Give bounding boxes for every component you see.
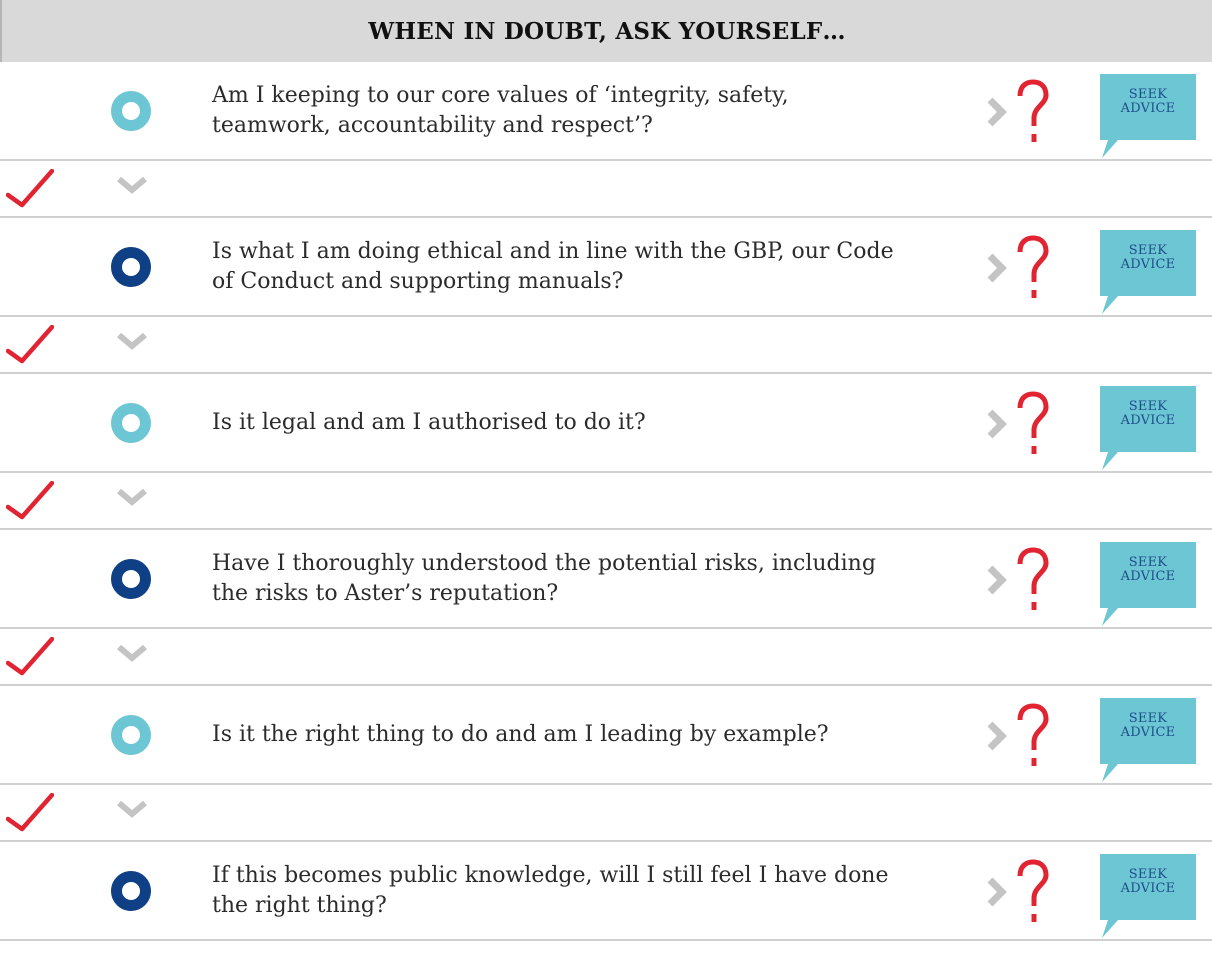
question-row: Is it the right thing to do and am I lea… [0, 686, 1212, 784]
question-line: Is what I am doing ethical and in line w… [212, 239, 894, 264]
separator-row [0, 628, 1212, 686]
question-line: Is it the right thing to do and am I lea… [212, 722, 829, 747]
seek-advice-label: SEEK ADVICE [1100, 244, 1196, 272]
seek-advice-word: SEEK [1128, 243, 1168, 258]
checkmark-icon [6, 325, 54, 364]
question-row: Am I keeping to our core values of ‘inte… [0, 62, 1212, 160]
question-line: Have I thoroughly understood the potenti… [212, 551, 876, 576]
question-mark-icon [1017, 391, 1049, 454]
chevron-right-icon [987, 253, 1007, 283]
ring-icon [111, 559, 151, 599]
chevron-down-icon [117, 332, 147, 350]
question-mark-icon [1017, 547, 1049, 610]
question-text: Have I thoroughly understood the potenti… [212, 530, 972, 628]
seek-advice-word: SEEK [1128, 555, 1168, 570]
ring-icon [111, 403, 151, 443]
separator-row [0, 316, 1212, 374]
question-row: Is what I am doing ethical and in line w… [0, 218, 1212, 316]
seek-advice-word: SEEK [1128, 87, 1168, 102]
separator-row [0, 472, 1212, 530]
seek-advice-button[interactable]: SEEK ADVICE [1100, 854, 1196, 940]
question-line: Is it legal and am I authorised to do it… [212, 410, 646, 435]
question-mark-icon [1017, 703, 1049, 766]
seek-advice-word: SEEK [1128, 867, 1168, 882]
chevron-right-icon [987, 565, 1007, 595]
question-row: Is it legal and am I authorised to do it… [0, 374, 1212, 472]
chevron-right-icon [987, 877, 1007, 907]
seek-advice-word: ADVICE [1120, 257, 1176, 272]
question-line: of Conduct and supporting manuals? [212, 269, 624, 294]
chevron-right-icon [987, 97, 1007, 127]
divider [0, 939, 1212, 941]
question-mark-icon [1017, 859, 1049, 922]
seek-advice-word: ADVICE [1120, 725, 1176, 740]
question-row: Have I thoroughly understood the potenti… [0, 530, 1212, 628]
page-title: WHEN IN DOUBT, ASK YOURSELF… [368, 17, 846, 45]
chevron-right-icon [987, 409, 1007, 439]
separator-row [0, 784, 1212, 842]
question-row: If this becomes public knowledge, will I… [0, 842, 1212, 940]
chevron-down-icon [117, 488, 147, 506]
seek-advice-word: ADVICE [1120, 881, 1176, 896]
seek-advice-word: ADVICE [1120, 101, 1176, 116]
question-line: Am I keeping to our core values of ‘inte… [212, 83, 789, 108]
question-line: the right thing? [212, 893, 387, 918]
question-line: teamwork, accountability and respect’? [212, 113, 653, 138]
seek-advice-button[interactable]: SEEK ADVICE [1100, 74, 1196, 160]
question-text: Is it legal and am I authorised to do it… [212, 374, 972, 472]
seek-advice-word: ADVICE [1120, 413, 1176, 428]
ring-icon [111, 715, 151, 755]
question-text: If this becomes public knowledge, will I… [212, 842, 972, 940]
question-line: the risks to Aster’s reputation? [212, 581, 559, 606]
checkmark-icon [6, 481, 54, 520]
separator-row [0, 160, 1212, 218]
seek-advice-label: SEEK ADVICE [1100, 868, 1196, 896]
seek-advice-button[interactable]: SEEK ADVICE [1100, 386, 1196, 472]
ring-icon [111, 91, 151, 131]
checkmark-icon [6, 793, 54, 832]
seek-advice-word: SEEK [1128, 711, 1168, 726]
chevron-right-icon [987, 721, 1007, 751]
question-text: Is what I am doing ethical and in line w… [212, 218, 972, 316]
ring-icon [111, 871, 151, 911]
seek-advice-word: ADVICE [1120, 569, 1176, 584]
seek-advice-button[interactable]: SEEK ADVICE [1100, 698, 1196, 784]
seek-advice-word: SEEK [1128, 399, 1168, 414]
seek-advice-label: SEEK ADVICE [1100, 88, 1196, 116]
checkmark-icon [6, 637, 54, 676]
chevron-down-icon [117, 176, 147, 194]
seek-advice-label: SEEK ADVICE [1100, 400, 1196, 428]
question-text: Is it the right thing to do and am I lea… [212, 686, 972, 784]
header-bar: WHEN IN DOUBT, ASK YOURSELF… [0, 0, 1212, 62]
seek-advice-button[interactable]: SEEK ADVICE [1100, 542, 1196, 628]
chevron-down-icon [117, 644, 147, 662]
seek-advice-label: SEEK ADVICE [1100, 556, 1196, 584]
question-mark-icon [1017, 79, 1049, 142]
question-line: If this becomes public knowledge, will I… [212, 863, 889, 888]
seek-advice-label: SEEK ADVICE [1100, 712, 1196, 740]
question-mark-icon [1017, 235, 1049, 298]
ring-icon [111, 247, 151, 287]
chevron-down-icon [117, 800, 147, 818]
seek-advice-button[interactable]: SEEK ADVICE [1100, 230, 1196, 316]
question-text: Am I keeping to our core values of ‘inte… [212, 62, 972, 160]
checkmark-icon [6, 169, 54, 208]
